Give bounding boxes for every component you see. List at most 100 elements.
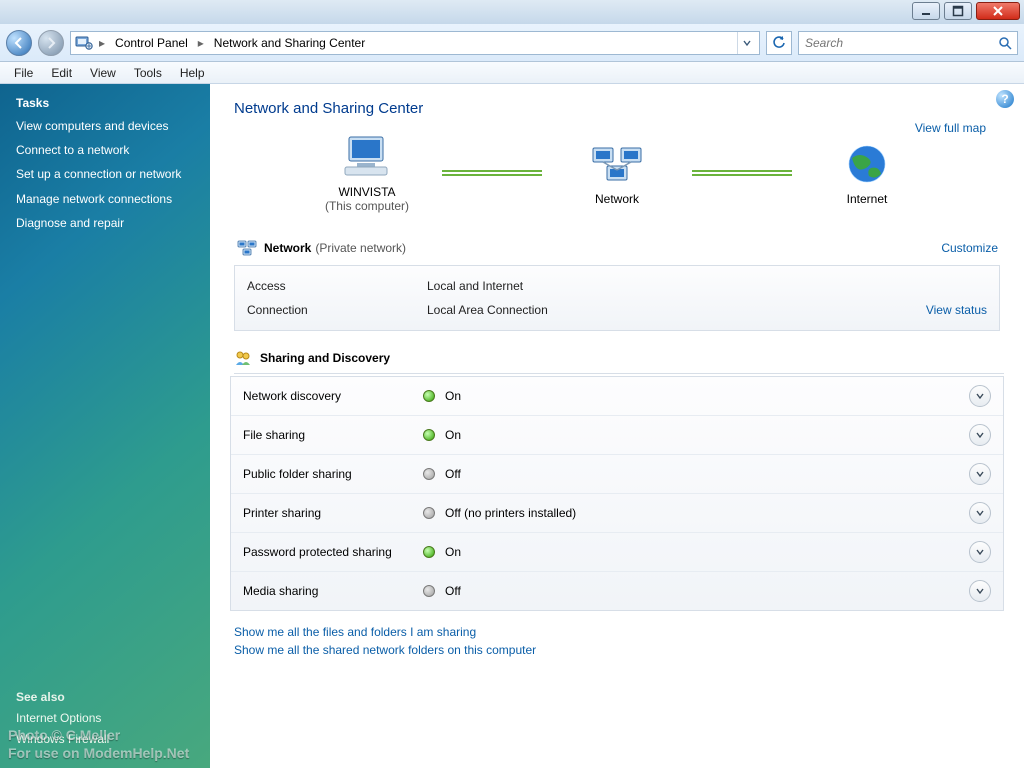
bottom-links: Show me all the files and folders I am s… [234,625,1004,657]
help-icon[interactable]: ? [996,90,1014,108]
view-status-link[interactable]: View status [926,303,987,317]
sd-row-label: Printer sharing [243,506,423,520]
map-node-this-pc: WINVISTA (This computer) [292,133,442,213]
status-dot-icon [423,585,435,597]
minimize-button[interactable] [912,2,940,20]
seealso-internet-options[interactable]: Internet Options [16,710,196,726]
search-box[interactable] [798,31,1018,55]
sd-row: Password protected sharing On [231,532,1003,571]
status-dot-icon [423,546,435,558]
status-dot-icon [423,390,435,402]
map-connector [692,170,792,176]
map-node-internet: Internet [792,140,942,206]
breadcrumb-current[interactable]: Network and Sharing Center [210,34,369,52]
menu-bar: File Edit View Tools Help [0,62,1024,84]
customize-link[interactable]: Customize [941,241,998,255]
forward-button[interactable] [38,30,64,56]
expand-button[interactable] [969,463,991,485]
menu-help[interactable]: Help [172,64,213,82]
status-dot-icon [423,429,435,441]
search-icon[interactable] [993,36,1017,50]
expand-button[interactable] [969,580,991,602]
sd-row-label: Network discovery [243,389,423,403]
access-label: Access [247,279,427,293]
task-connect-network[interactable]: Connect to a network [16,142,196,158]
sd-row: Public folder sharing Off [231,454,1003,493]
sd-row: Network discovery On [231,377,1003,415]
close-button[interactable] [976,2,1020,20]
sd-row-value: Off (no printers installed) [445,506,969,520]
crumb-sep-icon: ▸ [198,36,204,50]
menu-file[interactable]: File [6,64,41,82]
network-section: Network (Private network) Customize Acce… [234,231,1000,331]
sharing-icon [234,349,252,367]
menu-edit[interactable]: Edit [43,64,80,82]
breadcrumb-control-panel[interactable]: Control Panel [111,34,192,52]
view-full-map-link[interactable]: View full map [915,121,986,135]
window-titlebar [0,0,1024,24]
network-icon [587,140,647,188]
map-node-pc-name: WINVISTA [292,185,442,199]
maximize-button[interactable] [944,2,972,20]
network-map: View full map WINVISTA (This computer) [230,133,1004,213]
sd-row-value: Off [445,467,969,481]
network-section-header: Network (Private network) Customize [234,231,1000,265]
connection-value: Local Area Connection [427,303,926,317]
sd-row-label: Public folder sharing [243,467,423,481]
show-all-files-link[interactable]: Show me all the files and folders I am s… [234,625,1004,639]
control-panel-icon [75,34,93,52]
task-setup-connection[interactable]: Set up a connection or network [16,166,196,182]
back-button[interactable] [6,30,32,56]
sd-row-label: Password protected sharing [243,545,423,559]
crumb-sep-icon: ▸ [99,36,105,50]
sd-row: File sharing On [231,415,1003,454]
show-all-folders-link[interactable]: Show me all the shared network folders o… [234,643,1004,657]
search-input[interactable] [799,36,993,50]
see-also-heading: See also [16,690,196,704]
map-connector [442,170,542,176]
task-view-computers[interactable]: View computers and devices [16,118,196,134]
globe-icon [837,140,897,188]
expand-button[interactable] [969,385,991,407]
sharing-discovery-title: Sharing and Discovery [260,351,390,365]
expand-button[interactable] [969,502,991,524]
refresh-button[interactable] [766,31,792,55]
expand-button[interactable] [969,541,991,563]
sd-row-value: On [445,389,969,403]
tasks-heading: Tasks [16,96,196,110]
computer-icon [337,133,397,181]
sd-row-label: Media sharing [243,584,423,598]
sd-row-value: On [445,428,969,442]
map-node-pc-sub: (This computer) [292,199,442,213]
connection-label: Connection [247,303,427,317]
network-title: Network [264,241,311,255]
network-small-icon [236,237,258,259]
content-pane: ? Network and Sharing Center View full m… [210,84,1024,768]
task-diagnose-repair[interactable]: Diagnose and repair [16,215,196,231]
map-node-network: Network [542,140,692,206]
address-bar-area: ▸ Control Panel ▸ Network and Sharing Ce… [0,24,1024,62]
main-area: Tasks View computers and devices Connect… [0,84,1024,768]
sd-row: Printer sharing Off (no printers installe… [231,493,1003,532]
tasks-sidebar: Tasks View computers and devices Connect… [0,84,210,768]
map-node-internet-label: Internet [792,192,942,206]
sd-row-label: File sharing [243,428,423,442]
access-value: Local and Internet [427,279,987,293]
breadcrumb-bar[interactable]: ▸ Control Panel ▸ Network and Sharing Ce… [70,31,760,55]
expand-button[interactable] [969,424,991,446]
sd-row: Media sharing Off [231,571,1003,610]
task-manage-connections[interactable]: Manage network connections [16,191,196,207]
network-section-body: Access Local and Internet Connection Loc… [234,265,1000,331]
menu-tools[interactable]: Tools [126,64,170,82]
page-title: Network and Sharing Center [234,100,1004,117]
status-dot-icon [423,507,435,519]
menu-view[interactable]: View [82,64,124,82]
sd-row-value: Off [445,584,969,598]
sd-row-value: On [445,545,969,559]
map-node-network-label: Network [542,192,692,206]
seealso-windows-firewall[interactable]: Windows Firewall [16,731,196,747]
sharing-discovery-header: Sharing and Discovery [234,349,1004,374]
see-also-section: See also Internet Options Windows Firewa… [16,690,196,752]
sharing-discovery-list: Network discovery On File sharing On Public … [230,376,1004,611]
address-dropdown-button[interactable] [737,32,755,54]
